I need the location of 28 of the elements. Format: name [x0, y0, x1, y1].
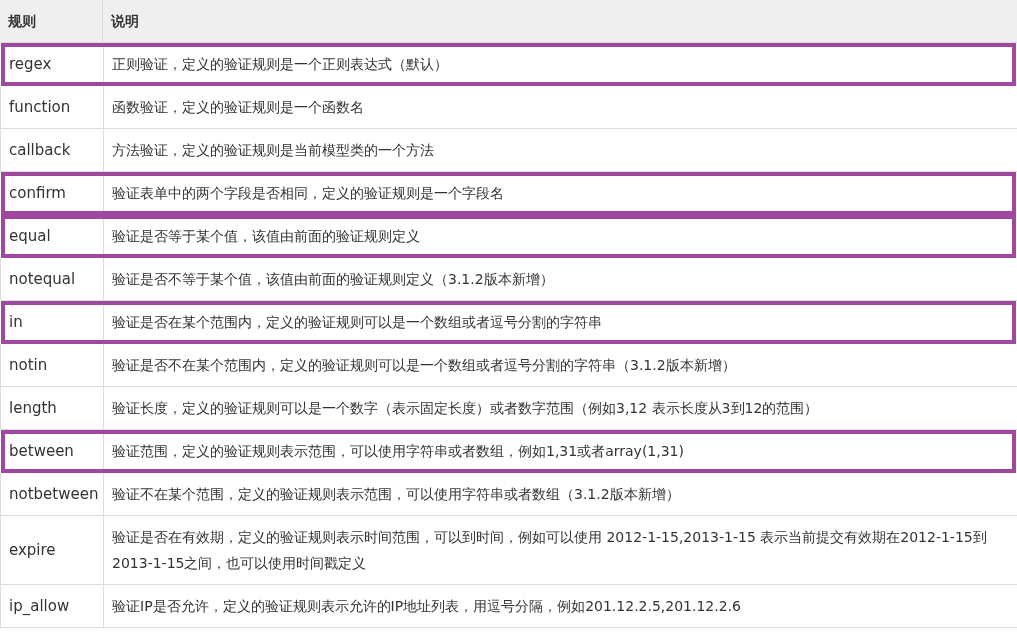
column-header: 说明: [110, 11, 140, 31]
table-cell-text: 验证长度，定义的验证规则可以是一个数字（表示固定长度）或者数字范围（例如3,12 表示长度从3到12的范围）: [111, 399, 820, 418]
table-cell: ip_allow: [1, 585, 104, 627]
table-cell: in: [1, 301, 104, 343]
table-cell-text: 验证IP是否允许，定义的验证规则表示允许的IP地址列表，用逗号分隔，例如201.12.2.5,201.12.2.6: [111, 597, 742, 616]
column-header: 规则: [0, 0, 103, 42]
table-cell-text: 验证是否不等于某个值，该值由前面的验证规则定义（3.1.2版本新增）: [111, 270, 555, 289]
table-cell: between: [1, 430, 104, 472]
table-cell: expire: [1, 516, 104, 584]
table-cell: callback: [1, 129, 104, 171]
table-cell: notequal: [1, 258, 104, 300]
table-cell-text: 验证是否在某个范围内，定义的验证规则可以是一个数组或者逗号分割的字符串: [111, 313, 603, 332]
table-cell: equal: [1, 215, 104, 257]
table-cell: confirm: [1, 172, 104, 214]
table-cell: length: [1, 387, 104, 429]
table-cell-text: 函数验证，定义的验证规则是一个函数名: [111, 98, 365, 117]
table-cell-text: 验证是否在有效期，定义的验证规则表示时间范围，可以到时间，例如可以使用 2012-1-15,2013-1-15 表示当前提交有效期在2012-1-15到2013-1-15之间，也可以使用时间戳定义: [111, 528, 988, 573]
table-cell: function: [1, 86, 104, 128]
table-cell: notin: [1, 344, 104, 386]
table-cell-text: 验证是否等于某个值，该值由前面的验证规则定义: [111, 227, 421, 246]
table-cell: regex: [1, 43, 104, 85]
table-cell-text: 验证范围，定义的验证规则表示范围，可以使用字符串或者数组，例如1,31或者array(1,31): [111, 442, 685, 461]
table-cell-text: 验证是否不在某个范围内，定义的验证规则可以是一个数组或者逗号分割的字符串（3.1.2版本新增）: [111, 356, 737, 375]
table-cell-text: 验证表单中的两个字段是否相同，定义的验证规则是一个字段名: [111, 184, 505, 203]
table-cell-text: 方法验证，定义的验证规则是当前模型类的一个方法: [111, 141, 435, 160]
table-cell: notbetween: [1, 473, 104, 515]
table-cell-text: 验证不在某个范围，定义的验证规则表示范围，可以使用字符串或者数组（3.1.2版本新增）: [111, 485, 681, 504]
table-cell-text: 正则验证，定义的验证规则是一个正则表达式（默认）: [111, 55, 449, 74]
